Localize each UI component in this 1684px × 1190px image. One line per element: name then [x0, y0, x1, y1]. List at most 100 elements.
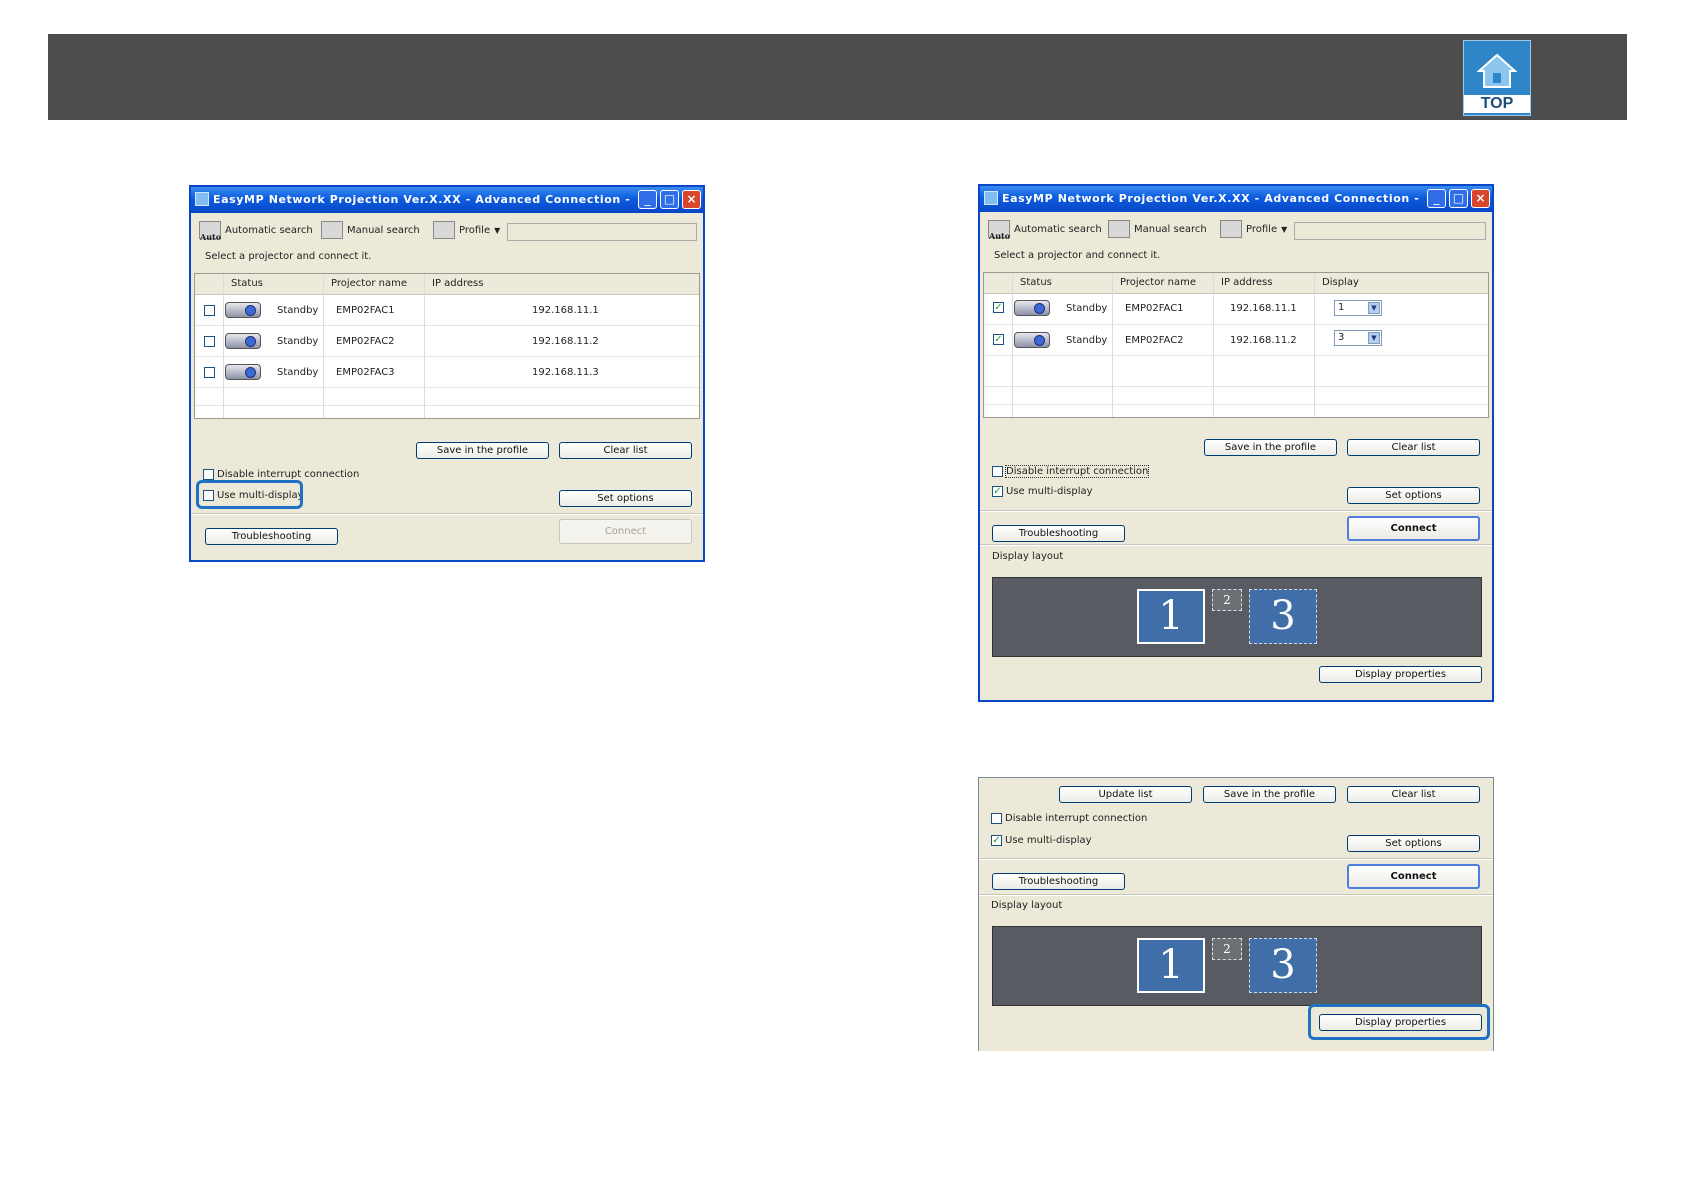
- chevron-down-icon: ▼: [1368, 332, 1380, 344]
- clear-list-button[interactable]: Clear list: [1347, 786, 1480, 803]
- automatic-search-button[interactable]: Auto Automatic search: [988, 220, 1102, 241]
- toolbar: Auto Automatic search Manual search Prof…: [191, 215, 703, 245]
- row-checkbox[interactable]: [204, 367, 215, 378]
- monitor-2[interactable]: 2: [1212, 938, 1242, 960]
- use-multi-display-checkbox[interactable]: ✓ Use multi-display: [992, 486, 1093, 497]
- manual-search-label: Manual search: [347, 224, 420, 236]
- manual-search-button[interactable]: Manual search: [321, 221, 420, 239]
- profile-path-field[interactable]: [1294, 222, 1486, 240]
- manual-search-button[interactable]: Manual search: [1108, 220, 1207, 238]
- profile-icon: [1220, 220, 1242, 238]
- maximize-button[interactable]: □: [660, 190, 679, 209]
- row-status: Standby: [1066, 303, 1108, 314]
- save-in-profile-button[interactable]: Save in the profile: [1204, 439, 1337, 456]
- row-name: EMP02FAC1: [336, 305, 395, 316]
- row-name: EMP02FAC2: [336, 336, 395, 347]
- column-display[interactable]: Display: [1322, 277, 1359, 288]
- column-ip-address[interactable]: IP address: [432, 278, 483, 289]
- automatic-search-label: Automatic search: [225, 224, 313, 236]
- row-checkbox[interactable]: [204, 336, 215, 347]
- dropdown-arrow-icon: ▼: [494, 225, 501, 235]
- projector-list: Status Projector name IP address Display…: [983, 272, 1489, 418]
- window-title: EasyMP Network Projection Ver.X.XX - Adv…: [1002, 192, 1420, 205]
- save-in-profile-button[interactable]: Save in the profile: [1203, 786, 1336, 803]
- list-header: Status Projector name IP address: [195, 274, 699, 295]
- display-layout-area: 1 2 3: [992, 577, 1482, 657]
- auto-search-icon: Auto: [199, 221, 221, 242]
- row-status: Standby: [277, 336, 319, 347]
- top-link[interactable]: TOP: [1463, 40, 1531, 116]
- column-ip-address[interactable]: IP address: [1221, 277, 1272, 288]
- close-button[interactable]: ×: [1471, 189, 1490, 208]
- clear-list-button[interactable]: Clear list: [1347, 439, 1480, 456]
- auto-search-icon: Auto: [988, 220, 1010, 241]
- close-button[interactable]: ×: [682, 190, 701, 209]
- display-properties-button[interactable]: Display properties: [1319, 666, 1482, 683]
- disable-interrupt-checkbox[interactable]: Disable interrupt connection: [991, 813, 1147, 824]
- manual-search-icon: [321, 221, 343, 239]
- monitor-1[interactable]: 1: [1137, 589, 1205, 644]
- projector-icon: [1014, 300, 1050, 316]
- row-ip: 192.168.11.2: [532, 336, 599, 347]
- row-ip: 192.168.11.3: [532, 367, 599, 378]
- clear-list-button[interactable]: Clear list: [559, 442, 692, 459]
- set-options-button[interactable]: Set options: [1347, 835, 1480, 852]
- connect-button[interactable]: Connect: [1347, 516, 1480, 541]
- use-multi-display-checkbox[interactable]: ✓ Use multi-display: [991, 835, 1092, 846]
- chevron-down-icon: ▼: [1368, 302, 1380, 314]
- column-projector-name[interactable]: Projector name: [331, 278, 407, 289]
- troubleshooting-button[interactable]: Troubleshooting: [205, 528, 338, 545]
- disable-interrupt-checkbox[interactable]: Disable interrupt connection: [203, 469, 359, 480]
- projector-icon: [225, 364, 261, 380]
- row-ip: 192.168.11.1: [532, 305, 599, 316]
- profile-button[interactable]: Profile ▼: [433, 221, 500, 239]
- app-icon: [195, 192, 209, 206]
- minimize-button[interactable]: _: [1427, 189, 1446, 208]
- profile-label: Profile: [1246, 223, 1278, 235]
- advanced-connection-window-2: EasyMP Network Projection Ver.X.XX - Adv…: [978, 184, 1494, 702]
- row-checkbox[interactable]: ✓: [993, 302, 1004, 313]
- projector-list: Status Projector name IP address Standby…: [194, 273, 700, 419]
- monitor-3[interactable]: 3: [1249, 938, 1317, 993]
- instruction-text: Select a projector and connect it.: [994, 250, 1161, 261]
- automatic-search-label: Automatic search: [1014, 223, 1102, 235]
- minimize-button[interactable]: _: [638, 190, 657, 209]
- row-ip: 192.168.11.2: [1230, 335, 1297, 346]
- monitor-3[interactable]: 3: [1249, 589, 1317, 644]
- set-options-button[interactable]: Set options: [1347, 487, 1480, 504]
- row-ip: 192.168.11.1: [1230, 303, 1297, 314]
- column-status[interactable]: Status: [231, 278, 263, 289]
- column-projector-name[interactable]: Projector name: [1120, 277, 1196, 288]
- troubleshooting-button[interactable]: Troubleshooting: [992, 873, 1125, 890]
- connect-button[interactable]: Connect: [559, 519, 692, 544]
- display-layout-label: Display layout: [991, 900, 1063, 911]
- row-checkbox[interactable]: ✓: [993, 334, 1004, 345]
- disable-interrupt-checkbox[interactable]: Disable interrupt connection: [992, 465, 1150, 478]
- display-select[interactable]: 3 ▼: [1334, 330, 1382, 346]
- set-options-button[interactable]: Set options: [559, 490, 692, 507]
- row-status: Standby: [277, 367, 319, 378]
- dropdown-arrow-icon: ▼: [1281, 224, 1288, 234]
- instruction-text: Select a projector and connect it.: [205, 251, 372, 262]
- display-properties-highlight: [1308, 1004, 1490, 1040]
- display-select[interactable]: 1 ▼: [1334, 300, 1382, 316]
- app-icon: [984, 191, 998, 205]
- profile-button[interactable]: Profile ▼: [1220, 220, 1287, 238]
- profile-path-field[interactable]: [507, 223, 697, 241]
- monitor-2[interactable]: 2: [1212, 589, 1242, 611]
- projector-icon: [225, 302, 261, 318]
- troubleshooting-button[interactable]: Troubleshooting: [992, 525, 1125, 542]
- update-list-button[interactable]: Update list: [1059, 786, 1192, 803]
- row-name: EMP02FAC1: [1125, 303, 1184, 314]
- row-name: EMP02FAC2: [1125, 335, 1184, 346]
- title-bar: EasyMP Network Projection Ver.X.XX - Adv…: [980, 186, 1492, 212]
- row-status: Standby: [1066, 335, 1108, 346]
- monitor-1[interactable]: 1: [1137, 938, 1205, 993]
- row-checkbox[interactable]: [204, 305, 215, 316]
- connect-button[interactable]: Connect: [1347, 864, 1480, 889]
- maximize-button[interactable]: □: [1449, 189, 1468, 208]
- automatic-search-button[interactable]: Auto Automatic search: [199, 221, 313, 242]
- save-in-profile-button[interactable]: Save in the profile: [416, 442, 549, 459]
- column-status[interactable]: Status: [1020, 277, 1052, 288]
- header-banner: [48, 34, 1627, 120]
